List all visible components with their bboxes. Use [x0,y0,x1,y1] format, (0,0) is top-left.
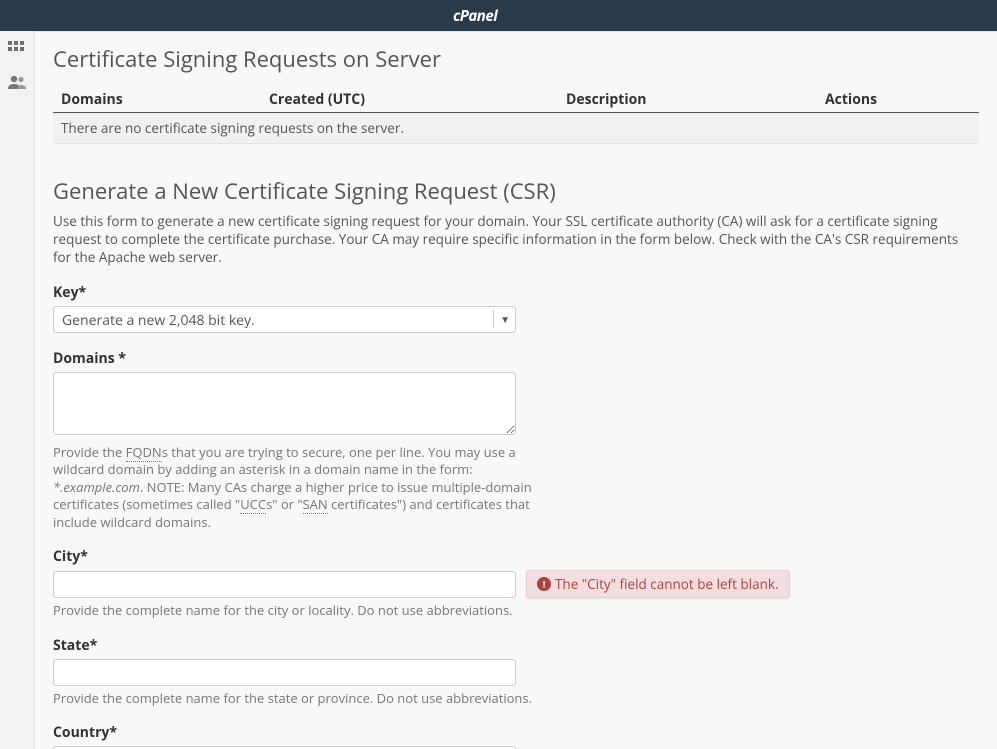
domains-help-text: Provide the FQDNs that you are trying to… [53,444,533,532]
form-group-country: Country* Choose a country. ▼ Choose the … [53,723,979,749]
csr-list-title: Certificate Signing Requests on Server [53,44,979,74]
form-group-domains: Domains * Provide the FQDNs that you are… [53,349,979,532]
cpanel-logo: cPanel [453,6,497,26]
top-bar: cPanel [0,0,997,31]
city-help-text: Provide the complete name for the city o… [53,602,533,620]
form-group-city: City* ! The "City" field cannot be left … [53,547,979,620]
generate-form-title: Generate a New Certificate Signing Reque… [53,176,979,206]
grid-icon[interactable] [7,38,27,58]
error-icon: ! [537,577,551,591]
key-label: Key* [53,283,979,302]
city-error-text: The "City" field cannot be left blank. [555,575,779,593]
column-header-description: Description [566,90,825,109]
column-header-created: Created (UTC) [269,90,566,109]
city-error-badge: ! The "City" field cannot be left blank. [526,570,790,598]
sidebar [0,31,35,749]
state-input[interactable] [53,659,516,686]
city-label: City* [53,547,979,566]
form-group-state: State* Provide the complete name for the… [53,636,979,708]
empty-table-message: There are no certificate signing request… [53,113,979,144]
country-label: Country* [53,723,979,742]
form-group-key: Key* Generate a new 2,048 bit key. ▼ [53,283,979,333]
generate-form-description: Use this form to generate a new certific… [53,212,979,267]
state-help-text: Provide the complete name for the state … [53,690,533,708]
key-select[interactable]: Generate a new 2,048 bit key. [53,306,516,333]
table-header-row: Domains Created (UTC) Description Action… [53,84,979,113]
domains-textarea[interactable] [53,372,516,435]
city-input[interactable] [53,571,516,598]
body-area: Certificate Signing Requests on Server D… [0,31,997,749]
users-icon[interactable] [7,72,27,92]
main-content: Certificate Signing Requests on Server D… [35,31,997,749]
column-header-actions: Actions [825,90,971,109]
state-label: State* [53,636,979,655]
column-header-domains: Domains [61,90,269,109]
domains-label: Domains * [53,349,979,368]
